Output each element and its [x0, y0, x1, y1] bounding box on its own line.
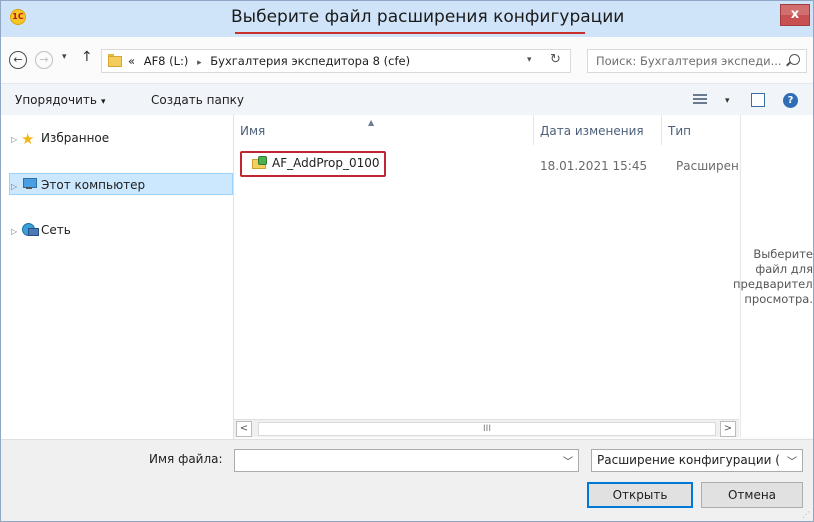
folder-icon	[108, 54, 122, 68]
horizontal-scrollbar[interactable]: < III >	[234, 419, 739, 437]
breadcrumb-folder[interactable]: Бухгалтерия экспедитора 8 (cfe)	[210, 54, 410, 68]
view-dropdown-icon[interactable]: ▾	[725, 96, 730, 106]
search-placeholder: Поиск: Бухгалтерия экспеди...	[596, 54, 782, 68]
scroll-right-button[interactable]: >	[720, 421, 736, 437]
navigation-pane: ▷ ★ Избранное ▷ Этот компьютер ▷ Сеть	[1, 115, 233, 439]
scroll-thumb[interactable]: III	[258, 422, 716, 436]
sidebar-item-label: Избранное	[41, 131, 110, 145]
address-bar[interactable]: « AF8 (L:) ▸ Бухгалтерия экспедитора 8 (…	[101, 49, 571, 73]
sidebar-item-favorites[interactable]: ▷ ★ Избранное	[11, 127, 109, 149]
chevron-down-icon: ▾	[100, 97, 106, 107]
file-type: Расширение	[676, 159, 738, 173]
navigation-bar: ← → ▾ ↑ « AF8 (L:) ▸ Бухгалтерия экспеди…	[1, 37, 813, 83]
open-button[interactable]: Открыть	[587, 482, 693, 508]
recent-locations-dropdown[interactable]: ▾	[62, 52, 67, 62]
filename-input[interactable]: ﹀	[234, 449, 579, 472]
highlighted-file[interactable]: AF_AddProp_0100	[240, 151, 386, 177]
sidebar-item-this-pc[interactable]: ▷ Этот компьютер	[9, 173, 233, 195]
refresh-icon[interactable]: ↻	[550, 52, 561, 67]
breadcrumb-drive[interactable]: AF8 (L:)	[144, 54, 189, 68]
breadcrumb: « AF8 (L:) ▸ Бухгалтерия экспедитора 8 (…	[128, 54, 410, 68]
address-dropdown-icon[interactable]: ▾	[527, 55, 532, 65]
sidebar-item-network[interactable]: ▷ Сеть	[11, 219, 71, 241]
cancel-button[interactable]: Отмена	[701, 482, 803, 508]
forward-button[interactable]: →	[35, 51, 53, 69]
sort-ascending-icon: ▲	[368, 118, 375, 127]
column-header-date[interactable]: Дата изменения	[534, 115, 662, 145]
title-bar[interactable]: 1C Выберите файл расширения конфигурации…	[1, 1, 813, 37]
command-bar: Упорядочить ▾ Создать папку ▾ ?	[1, 83, 813, 115]
preview-pane-icon[interactable]	[751, 93, 765, 107]
back-button[interactable]: ←	[9, 51, 27, 69]
breadcrumb-separator[interactable]: ▸	[197, 58, 202, 68]
search-input[interactable]: Поиск: Бухгалтерия экспеди...	[587, 49, 807, 73]
extension-file-icon	[252, 156, 268, 170]
file-date: 18.01.2021 15:45	[540, 159, 648, 173]
file-name: AF_AddProp_0100	[272, 156, 380, 170]
app-logo-icon: 1C	[10, 9, 26, 25]
dialog-title: Выберите файл расширения конфигурации	[231, 7, 625, 27]
computer-icon	[21, 177, 37, 191]
file-row[interactable]: AF_AddProp_0100 18.01.2021 15:45 Расшире…	[240, 151, 738, 177]
search-icon[interactable]	[789, 54, 800, 65]
file-list: ▲ Имя Дата изменения Тип AF_AddProp_0100…	[234, 115, 739, 437]
dialog-footer: Имя файла: ﹀ Расширение конфигурации (*.…	[1, 439, 813, 521]
chevron-down-icon[interactable]: ﹀	[787, 453, 797, 468]
breadcrumb-overflow[interactable]: «	[128, 54, 135, 68]
network-icon	[21, 222, 39, 236]
help-icon[interactable]: ?	[783, 93, 798, 108]
close-button[interactable]: x	[780, 4, 810, 26]
title-underline	[235, 32, 585, 34]
view-options-icon[interactable]	[693, 94, 707, 106]
organize-label: Упорядочить	[15, 93, 97, 107]
expand-arrow-icon[interactable]: ▷	[11, 129, 21, 151]
organize-button[interactable]: Упорядочить ▾	[15, 93, 105, 107]
sidebar-item-label: Этот компьютер	[41, 178, 146, 192]
expand-arrow-icon[interactable]: ▷	[11, 176, 21, 198]
file-type-filter[interactable]: Расширение конфигурации (*.cfe) ﹀	[591, 449, 803, 472]
star-icon: ★	[21, 130, 35, 148]
up-button[interactable]: ↑	[81, 49, 93, 65]
filter-value: Расширение конфигурации (*.cfe)	[597, 453, 779, 467]
preview-message: Выберите файл для предварительного просм…	[733, 247, 813, 306]
column-header-type[interactable]: Тип	[662, 115, 739, 145]
preview-pane: Выберите файл для предварительного просм…	[733, 115, 813, 437]
chevron-down-icon[interactable]: ﹀	[563, 453, 573, 468]
expand-arrow-icon[interactable]: ▷	[11, 221, 21, 243]
resize-grip-icon[interactable]: ⋰	[802, 510, 810, 519]
scroll-left-button[interactable]: <	[236, 421, 252, 437]
file-open-dialog: 1C Выберите файл расширения конфигурации…	[0, 0, 814, 522]
sidebar-item-label: Сеть	[41, 223, 71, 237]
filename-label: Имя файла:	[149, 452, 223, 466]
new-folder-button[interactable]: Создать папку	[151, 93, 244, 107]
column-header-name[interactable]: ▲ Имя	[234, 115, 534, 145]
